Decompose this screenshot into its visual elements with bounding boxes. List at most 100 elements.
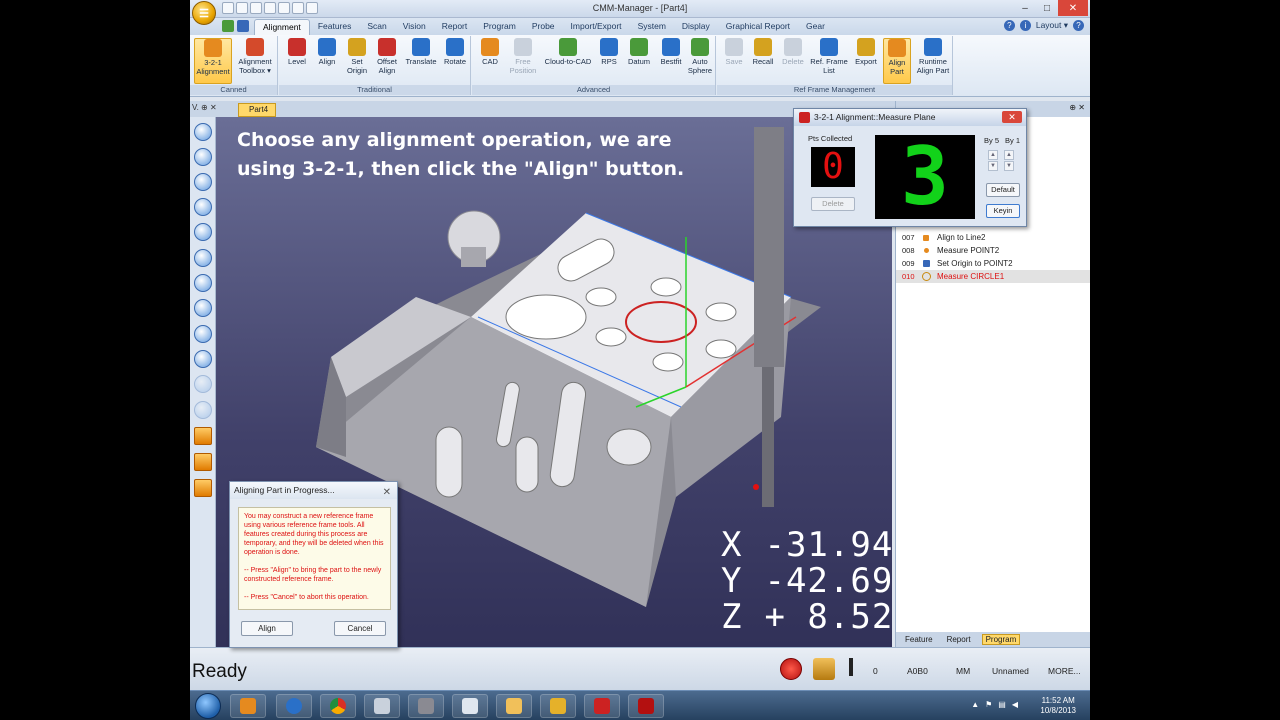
measure-dialog-close-button[interactable]: ✕ — [1002, 111, 1022, 123]
taskbar-app-outlook[interactable] — [230, 694, 266, 718]
view-disabled-2-icon[interactable] — [194, 401, 212, 419]
delete-button[interactable]: Delete — [779, 38, 807, 84]
probe-icon[interactable] — [846, 658, 856, 680]
alignment-3-2-1-button[interactable]: 3-2-1 Alignment — [194, 38, 232, 84]
tab-report-panel[interactable]: Report — [944, 635, 974, 644]
quick-settings-icon[interactable] — [237, 20, 249, 32]
set-origin-button[interactable]: Set Origin — [343, 38, 371, 84]
save-button[interactable]: Save — [721, 38, 747, 84]
emergency-stop-icon[interactable] — [780, 658, 802, 680]
taskbar-app-tool[interactable] — [408, 694, 444, 718]
tab-vision[interactable]: Vision — [395, 19, 434, 35]
view-select-icon[interactable] — [194, 325, 212, 343]
tab-gear[interactable]: Gear — [798, 19, 833, 35]
status-more[interactable]: MORE... — [1048, 666, 1081, 676]
tray-volume-icon[interactable]: ◀ — [1012, 700, 1018, 709]
tab-graphical-report[interactable]: Graphical Report — [718, 19, 798, 35]
taskbar-app-chrome[interactable] — [320, 694, 356, 718]
zoom-out-icon[interactable] — [194, 148, 212, 166]
default-button[interactable]: Default — [986, 183, 1020, 197]
tray-flag-icon[interactable]: ⚑ — [985, 700, 992, 709]
panel-pin-close-icon[interactable]: ⊕ ✕ — [1069, 103, 1085, 112]
tab-feature[interactable]: Feature — [902, 635, 936, 644]
tab-report[interactable]: Report — [434, 19, 476, 35]
align-confirm-button[interactable]: Align — [241, 621, 293, 636]
by5-up-button[interactable]: ▲ — [988, 150, 998, 160]
align-dialog-close-icon[interactable]: ✕ — [383, 484, 391, 501]
program-row-selected[interactable]: 010 Measure CIRCLE1 — [896, 270, 1090, 283]
view-panel-controls[interactable]: V. ⊕ ✕ — [192, 103, 217, 112]
zoom-in-icon[interactable] — [194, 123, 212, 141]
runtime-align-part-button[interactable]: Runtime Align Part — [913, 38, 953, 84]
hidden-line-cube-icon[interactable] — [194, 479, 212, 497]
by1-down-button[interactable]: ▼ — [1004, 161, 1014, 171]
zoom-all-icon[interactable] — [194, 223, 212, 241]
tray-network-icon[interactable]: ▤ — [998, 700, 1006, 709]
layout-dropdown[interactable]: Layout ▾ — [1036, 20, 1068, 31]
tab-system[interactable]: System — [630, 19, 674, 35]
datum-button[interactable]: Datum — [624, 38, 654, 84]
maximize-button[interactable]: □ — [1036, 0, 1058, 16]
tab-display[interactable]: Display — [674, 19, 718, 35]
ref-frame-list-button[interactable]: Ref. Frame List — [809, 38, 849, 84]
cloud-to-cad-button[interactable]: Cloud-to-CAD — [542, 38, 594, 84]
status-probe-angle[interactable]: A0B0 — [907, 666, 928, 676]
alignment-toolbox-button[interactable]: Alignment Toolbox ▾ — [234, 38, 276, 84]
align-cancel-button[interactable]: Cancel — [334, 621, 386, 636]
bestfit-button[interactable]: Bestfit — [656, 38, 686, 84]
machine-icon[interactable] — [813, 658, 835, 680]
tab-probe[interactable]: Probe — [524, 19, 563, 35]
by5-down-button[interactable]: ▼ — [988, 161, 998, 171]
free-position-button[interactable]: Free Position — [506, 38, 540, 84]
taskbar-app-installer[interactable] — [364, 694, 400, 718]
offset-align-button[interactable]: Offset Align — [373, 38, 401, 84]
taskbar-app-cmm-manager[interactable] — [540, 694, 576, 718]
taskbar-clock[interactable]: 11:52 AM 10/8/2013 — [1040, 696, 1076, 716]
cad-button[interactable]: CAD — [476, 38, 504, 84]
ribbon-help-icon[interactable]: ? — [1073, 20, 1084, 31]
shaded-cube-icon[interactable] — [194, 453, 212, 471]
start-button[interactable] — [195, 693, 221, 719]
program-row[interactable]: 009 Set Origin to POINT2 — [896, 257, 1090, 270]
quick-run-icon[interactable] — [222, 20, 234, 32]
zoom-fit-icon[interactable] — [194, 198, 212, 216]
close-button[interactable]: ✕ — [1058, 0, 1088, 16]
taskbar-app-acrobat[interactable] — [628, 694, 664, 718]
auto-sphere-button[interactable]: Auto Sphere — [686, 38, 714, 84]
program-row[interactable]: 007 Align to Line2 — [896, 231, 1090, 244]
tab-features[interactable]: Features — [310, 19, 360, 35]
rotate-button[interactable]: Rotate — [441, 38, 469, 84]
pan-icon[interactable] — [194, 249, 212, 267]
status-units[interactable]: MM — [956, 666, 970, 676]
by1-up-button[interactable]: ▲ — [1004, 150, 1014, 160]
view-disabled-1-icon[interactable] — [194, 375, 212, 393]
document-tab-part4[interactable]: Part4 — [238, 103, 276, 117]
view-query-icon[interactable] — [194, 350, 212, 368]
wireframe-cube-icon[interactable] — [194, 427, 212, 445]
tab-alignment[interactable]: Alignment — [254, 19, 310, 35]
info-icon[interactable]: i — [1019, 20, 1031, 31]
minimize-button[interactable]: – — [1014, 0, 1036, 16]
program-row[interactable]: 008 Measure POINT2 — [896, 244, 1090, 257]
help-icon[interactable]: ? — [1003, 20, 1015, 31]
tab-scan[interactable]: Scan — [359, 19, 394, 35]
status-file-name[interactable]: Unnamed — [992, 666, 1029, 676]
align-button[interactable]: Align — [313, 38, 341, 84]
export-button[interactable]: Export — [851, 38, 881, 84]
rps-button[interactable]: RPS — [596, 38, 622, 84]
taskbar-app-lock[interactable] — [584, 694, 620, 718]
taskbar-app-window[interactable] — [452, 694, 488, 718]
app-menu-orb[interactable]: ☰ — [192, 1, 216, 25]
tab-import-export[interactable]: Import/Export — [563, 19, 630, 35]
align-part-button[interactable]: Align Part — [883, 38, 911, 84]
zoom-window-icon[interactable] — [194, 173, 212, 191]
recall-button[interactable]: Recall — [749, 38, 777, 84]
translate-button[interactable]: Translate — [403, 38, 439, 84]
taskbar-app-explorer[interactable] — [496, 694, 532, 718]
delete-point-button[interactable]: Delete — [811, 197, 855, 211]
tab-program-panel[interactable]: Program — [981, 634, 1021, 645]
tab-program[interactable]: Program — [475, 19, 524, 35]
rotate-view-icon[interactable] — [194, 274, 212, 292]
level-button[interactable]: Level — [283, 38, 311, 84]
taskbar-app-ie[interactable] — [276, 694, 312, 718]
